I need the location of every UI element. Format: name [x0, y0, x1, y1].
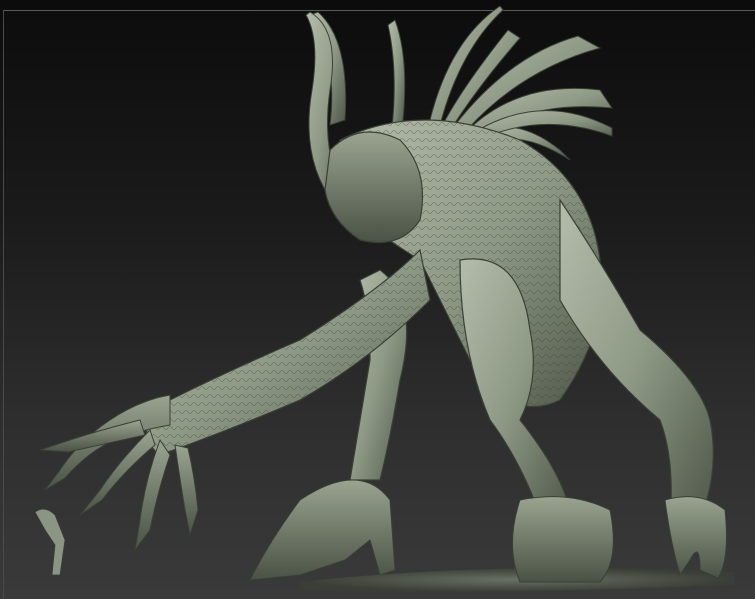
creature-sculpt-model[interactable]	[0, 0, 755, 599]
head	[324, 131, 423, 244]
front-foot	[249, 479, 396, 581]
small-figure	[34, 508, 66, 576]
rear-foot	[664, 496, 727, 579]
middle-foot	[512, 496, 614, 583]
sculpt-viewport[interactable]	[0, 0, 755, 599]
